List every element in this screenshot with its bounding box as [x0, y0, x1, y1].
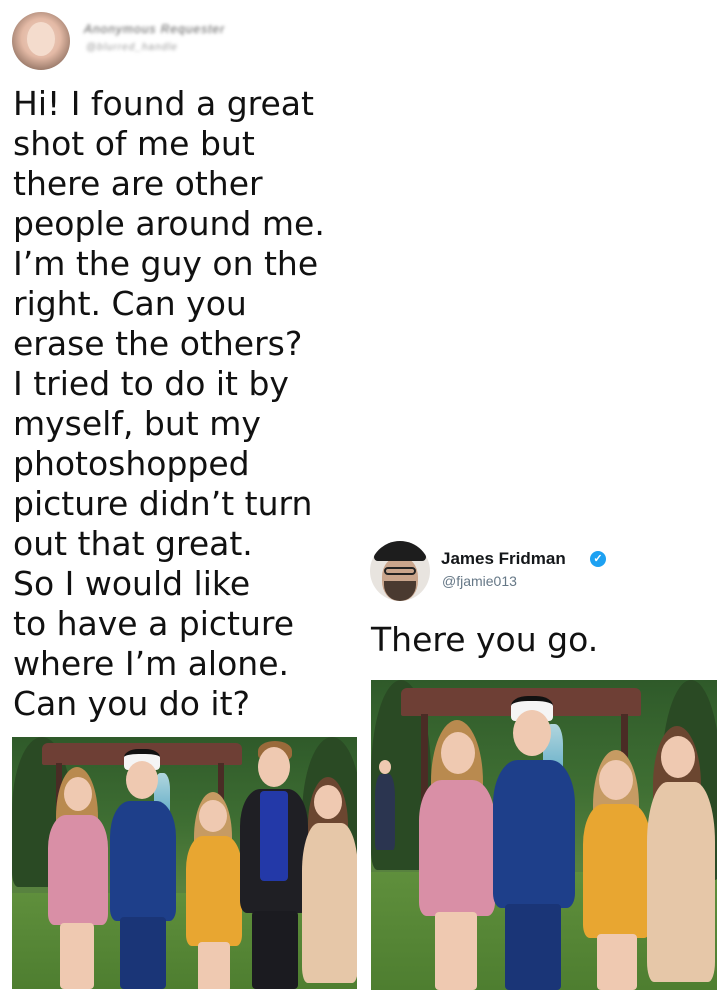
requester-message: Hi! I found a great shot of me but there…: [13, 84, 325, 723]
original-group-photo[interactable]: [12, 737, 357, 989]
requester-handle-blurred[interactable]: @blurred_handle: [86, 42, 178, 53]
verified-badge-icon: ✓: [590, 551, 606, 567]
person-girl-floral-dress: [294, 777, 357, 989]
reply-message: There you go.: [371, 620, 599, 659]
author-name[interactable]: James Fridman: [441, 549, 566, 569]
person-boy-blue-suit: [102, 749, 182, 989]
background-person: [375, 760, 395, 850]
person-girl-floral-dress: [639, 726, 717, 990]
avatar-glasses: [384, 567, 416, 575]
james-fridman-avatar[interactable]: [370, 541, 430, 601]
requester-name-blurred[interactable]: Anonymous Requester: [84, 22, 225, 36]
avatar-hat: [374, 541, 426, 561]
edited-group-photo[interactable]: [371, 680, 717, 990]
author-handle[interactable]: @fjamie013: [442, 573, 517, 589]
avatar-face: [27, 22, 55, 56]
requester-avatar[interactable]: [12, 12, 70, 70]
